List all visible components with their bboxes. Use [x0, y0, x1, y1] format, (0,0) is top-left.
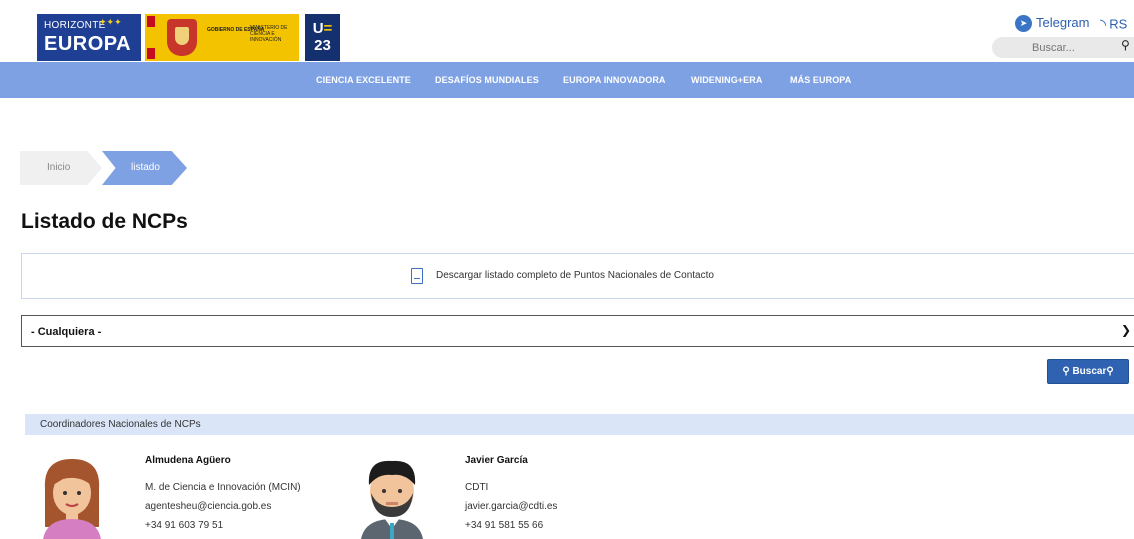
main-nav: CIENCIA EXCELENTE DESAFÍOS MUNDIALES EUR…	[0, 62, 1134, 98]
ministerio-label: MINISTERIO DE CIENCIA E INNOVACIÓN	[250, 25, 288, 43]
ue23-logo[interactable]: U= 23	[305, 14, 340, 61]
eu-stars-icon: ✦✦✦	[99, 17, 122, 27]
ue-equals: =	[323, 20, 333, 37]
nav-europa-innovadora[interactable]: EUROPA INNOVADORA	[563, 75, 666, 85]
ue-letter: U	[312, 20, 324, 37]
contact-name: Almudena Agüero	[145, 455, 231, 466]
contact-org: CDTI	[465, 482, 489, 493]
search-icon: ⚲	[1106, 366, 1114, 377]
contact-name: Javier García	[465, 455, 528, 466]
search-button[interactable]: ⚲ Buscar⚲	[1047, 359, 1129, 384]
search-icon[interactable]: ⚲	[1121, 38, 1130, 52]
section-title: Coordinadores Nacionales de NCPs	[40, 419, 201, 430]
breadcrumb-current: listado	[102, 151, 187, 185]
download-box: Descargar listado completo de Puntos Nac…	[21, 253, 1134, 299]
gobierno-ministerio-logo[interactable]: GOBIERNO DE ESPAÑA MINISTERIO DE CIENCIA…	[145, 14, 299, 61]
contact-email[interactable]: agentesheu@ciencia.gob.es	[145, 501, 271, 512]
chevron-down-icon: ❯	[1121, 323, 1132, 337]
telegram-link[interactable]: ➤ Telegram	[1015, 15, 1090, 33]
contact-org: M. de Ciencia e Innovación (MCIN)	[145, 482, 301, 493]
search-input[interactable]	[1032, 40, 1112, 55]
nav-mas-europa[interactable]: MÁS EUROPA	[790, 75, 851, 85]
male-avatar-icon	[361, 460, 423, 539]
select-value: - Cualquiera -	[31, 326, 102, 338]
telegram-icon: ➤	[1015, 15, 1032, 33]
search-icon: ⚲	[1062, 366, 1073, 377]
coat-of-arms-icon	[167, 19, 197, 56]
nav-ciencia-excelente[interactable]: CIENCIA EXCELENTE	[316, 75, 411, 85]
contact-phone: +34 91 581 55 66	[465, 520, 544, 531]
coordinators-section-header: Coordinadores Nacionales de NCPs	[25, 414, 1134, 435]
rss-link[interactable]: ◝ RS	[1100, 15, 1127, 35]
header-search: ⚲	[992, 37, 1134, 58]
nav-desafios-mundiales[interactable]: DESAFÍOS MUNDIALES	[435, 75, 539, 85]
header: HORIZONTE ✦✦✦ EUROPA GOBIERNO DE ESPAÑA …	[0, 0, 1134, 62]
telegram-label: Telegram	[1036, 15, 1090, 30]
rss-label: RS	[1109, 16, 1128, 32]
contact-phone: +34 91 603 79 51	[145, 520, 224, 531]
contact-email[interactable]: javier.garcia@cdti.es	[465, 501, 557, 512]
page-title: Listado de NCPs	[21, 210, 188, 233]
logo-horizonte-text: HORIZONTE	[44, 20, 106, 31]
nav-widening-era[interactable]: WIDENING+ERA	[691, 75, 762, 85]
pdf-icon[interactable]	[411, 268, 423, 284]
breadcrumb-home[interactable]: Inicio	[20, 151, 102, 185]
filter-select[interactable]: - Cualquiera - ❯	[21, 315, 1134, 347]
download-link[interactable]: Descargar listado completo de Puntos Nac…	[436, 270, 714, 281]
horizonte-europa-logo[interactable]: HORIZONTE ✦✦✦ EUROPA	[37, 14, 141, 61]
search-button-label: Buscar	[1072, 366, 1107, 377]
ue-year: 23	[314, 37, 331, 54]
logo-europa-text: EUROPA	[44, 33, 132, 55]
spain-flag-icon	[147, 16, 155, 59]
rss-icon: ◝	[1100, 17, 1107, 34]
female-avatar-icon	[43, 459, 101, 539]
